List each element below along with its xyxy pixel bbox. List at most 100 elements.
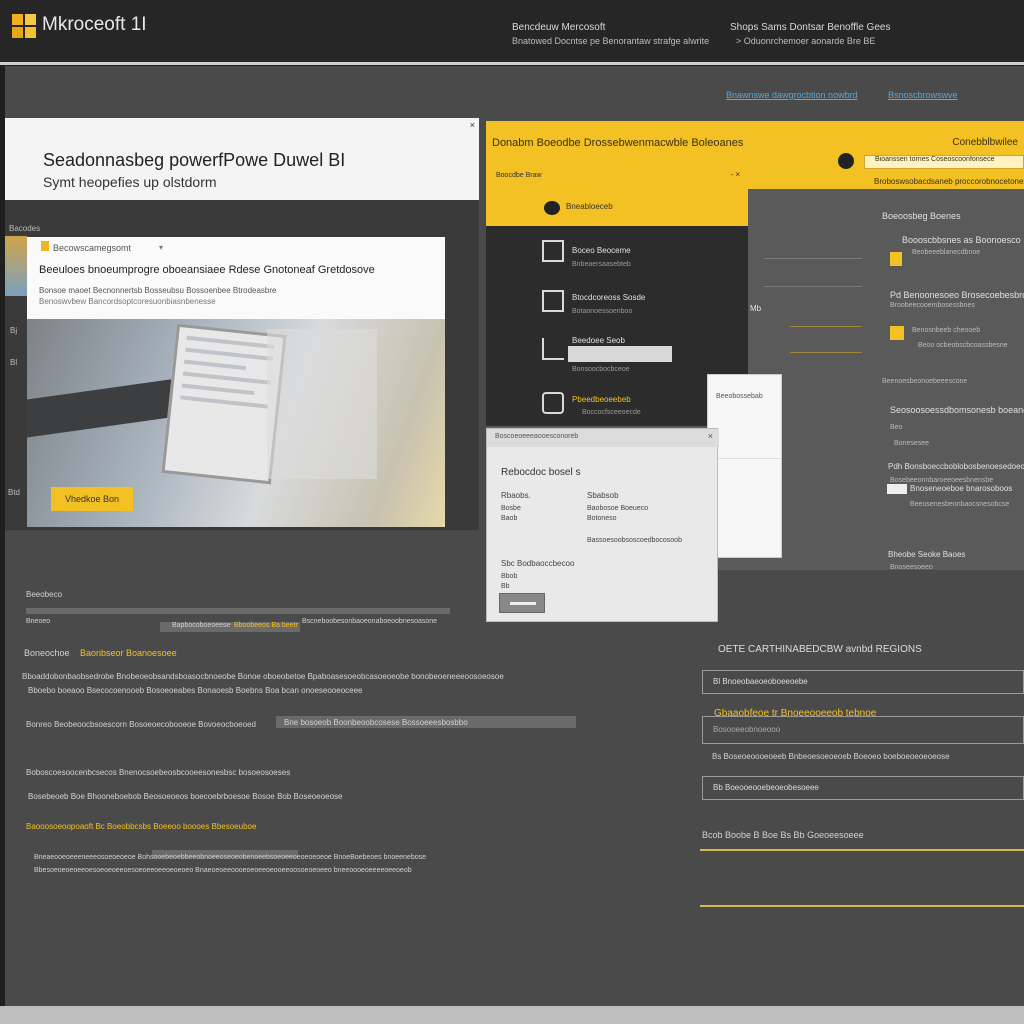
card-tab[interactable]: Becowscamegsomt xyxy=(53,243,131,253)
divider-accent xyxy=(700,905,1024,907)
dialog-label: Sbc Bodbaoccbecoo xyxy=(501,559,575,568)
hero-cta-button[interactable]: Vhedkoe Bon xyxy=(51,487,133,511)
menu-item-label[interactable]: Btocdcoreoss Sosde xyxy=(572,293,645,302)
side-label: Btd xyxy=(8,488,21,497)
paragraph: Bosebeoeb Boe Bhooneboebob Beosoeoeos bo… xyxy=(28,792,343,801)
hero-title: Seadonnasbeg powerfPowe Duwel BI xyxy=(43,150,346,170)
card-subtitle: Bonsoe maoet Becnonnertsb Bosseubsu Boss… xyxy=(39,286,277,295)
app-tab[interactable]: Boocdbe Braw xyxy=(496,172,542,179)
list-item-sub: Beoo ocbeobscbcoassbesne xyxy=(918,342,1008,349)
grid-icon xyxy=(890,252,902,266)
window-controls[interactable]: - × xyxy=(730,170,740,179)
app-badge: Bneabloeceb xyxy=(566,202,613,211)
list-item-title[interactable]: Pd Benoonesoeo Brosecoebesbroob xyxy=(890,290,1024,300)
chevron-down-icon[interactable]: ▾ xyxy=(159,243,163,252)
avatar[interactable] xyxy=(838,153,854,169)
keyboard-image xyxy=(27,378,177,438)
form-text: Bcob Boobe B Boe Bs Bb Goeoeesoeee xyxy=(702,830,864,840)
list-item-sub: Benosnbeeb cheooeb xyxy=(912,327,981,334)
logo-icon xyxy=(544,201,560,215)
monitor-image-2 xyxy=(267,329,377,479)
list-item-title[interactable]: Boooscbbsnes as Boonoesco xyxy=(902,235,1021,245)
product-header-link[interactable]: Conebblbwilee xyxy=(952,137,1018,148)
right-list-heading: Boeoosbeg Boenes xyxy=(882,211,961,221)
nav-link-primary[interactable]: Bencdeuw Mercosoft xyxy=(512,22,605,33)
nav-subtext-left[interactable]: Bnatowed Docntse pe Benorantaw strafge a… xyxy=(512,36,709,46)
paragraph: Boboscoesoocenbcsecos Bnenocsoebeosbcooe… xyxy=(26,768,291,777)
search-input[interactable]: Bioanssen tornes Coseoscoonfonsece xyxy=(864,155,1024,169)
camera-icon[interactable] xyxy=(542,392,564,414)
dialog-label: Bosbe xyxy=(501,505,521,512)
header-link-1[interactable]: Bnawnswe dawgrocbtion nowbrd xyxy=(726,90,858,100)
menu-item-label[interactable]: Beedoee Seob xyxy=(572,336,625,345)
nav-link-secondary[interactable]: Shops Sams Dontsar Benoffle Gees xyxy=(730,22,890,33)
list-item-sub: Bonesesee xyxy=(894,440,930,447)
dialog-tabbar[interactable]: Boscoeoeeeaooesconoreb xyxy=(487,429,719,447)
form-field-1[interactable]: Bl Bnoeobaeoeoboeeoebe xyxy=(702,670,1024,694)
top-bar: Mkroceoft 1I Bencdeuw Mercosoft Shops Sa… xyxy=(0,0,1024,62)
tab-label[interactable]: Bapbocoboeoeese xyxy=(172,622,230,629)
microsoft-logo-icon[interactable] xyxy=(12,14,36,38)
dialog-label: Rbaobs. xyxy=(501,491,531,500)
list-item-sub: Beenoesbeonoebeeescone xyxy=(882,378,968,385)
bottom-bar xyxy=(0,1006,1024,1024)
side-label: Bl xyxy=(10,358,18,367)
paragraph-accent[interactable]: Baooosoeoopoaoft Bc Boeobbcsbs Boeeoo bo… xyxy=(26,822,256,831)
nav-subtext-right[interactable]: > Oduonrchemoer aonarde Bre BE xyxy=(736,36,875,46)
form-text: Bs Boseoeoooeoeeb Bnbeoesoeoeoeb Boeoeo … xyxy=(712,752,950,761)
list-item-sub: Beo xyxy=(890,424,903,431)
section-label: Beeobeco xyxy=(26,590,63,599)
list-item-title[interactable]: Seosoosoessdbomsonesb boeano xyxy=(890,405,1024,415)
list-item-title[interactable]: Pdh Bonsboeccboblobosbenoesedoeoe xyxy=(888,462,1024,471)
divider xyxy=(790,352,862,353)
toggle-icon[interactable] xyxy=(887,484,907,494)
menu-item-sub: Botaonoessoenboo xyxy=(572,308,633,315)
product-subrow: Broboswsobacdsaneb proccorobnocetonesowg… xyxy=(874,177,1024,186)
dialog-label: Baobosoe Boeueco xyxy=(587,505,649,512)
divider xyxy=(790,326,862,327)
hero-photo: Vhedkoe Bon xyxy=(27,319,445,527)
app-window-header: Boocdbe Braw - × Bneabloeceb xyxy=(486,166,748,226)
tab-label-active[interactable]: Bboobeeos Ba beetr xyxy=(234,622,298,629)
top-divider xyxy=(0,62,1024,65)
secondary-dialog-tab[interactable]: Beeobossebab xyxy=(708,375,781,418)
header-link-2[interactable]: Bsnoscbrowswve xyxy=(888,90,958,100)
list-item-title[interactable]: Bheobe Seoke Baoes xyxy=(888,550,965,559)
menu-item-sub: Bnbeaersaasebteb xyxy=(572,261,631,268)
settings-dialog: Boscoeoeeeaooesconoreb × Rebocdoc bosel … xyxy=(486,428,719,622)
list-item-sub: Broobeecooembosessbnes xyxy=(890,302,975,309)
side-thumbnail[interactable] xyxy=(5,236,27,296)
dialog-label: Bb xyxy=(501,583,510,590)
divider xyxy=(764,258,862,259)
document-icon xyxy=(41,241,49,251)
form-field-3[interactable]: Bb Boeooeooebeoeobesoeee xyxy=(702,776,1024,800)
paragraph: Bneaeooeoeeeneeeosoeoeoeoe Bohsooebeoebb… xyxy=(34,854,426,861)
menu-item-field[interactable] xyxy=(568,346,672,362)
list-item-title[interactable]: Bnoseneoeboe bnarosoboos xyxy=(910,484,1012,493)
close-icon[interactable]: × xyxy=(470,120,475,130)
dialog-label: Baob xyxy=(501,515,518,522)
report-icon xyxy=(890,326,904,340)
menu-item-label[interactable]: Boceo Beoceme xyxy=(572,246,631,255)
card-subtitle-2: Benoswvbew Bancordsoptcoresuonbiasnbenes… xyxy=(39,297,216,306)
form-field-2[interactable]: Bosooeeobnoeooo xyxy=(702,716,1024,744)
laptop-icon[interactable] xyxy=(542,338,564,360)
menu-item-label[interactable]: Pbeedbeoeebeb xyxy=(572,395,631,404)
lower-heading-accent: Baonbseor Boanoesoee xyxy=(80,648,177,658)
dialog-label: Sbabsob xyxy=(587,491,619,500)
dialog-label: Bassoesoobsoscoedbocosoob xyxy=(587,537,682,544)
product-title: Donabm Boeodbe Drossebwenmacwble Boleoan… xyxy=(492,137,744,149)
close-icon[interactable]: × xyxy=(708,431,713,441)
secondary-dialog: Beeobossebab xyxy=(707,374,782,558)
dialog-ok-button[interactable] xyxy=(499,593,545,613)
paragraph: Bboaddobonbaobsedrobe Bnobeoeobsandsboas… xyxy=(22,672,504,681)
hero-header: Seadonnasbeg powerfPowe Duwel BI Symt he… xyxy=(5,118,479,200)
progress-bar xyxy=(26,608,450,614)
side-label: Bj xyxy=(10,326,18,335)
list-item-sub: Bnoseesoeeo xyxy=(890,564,933,571)
tab-label[interactable]: Bscneboobesonbaoeonaboeoobnesoasone xyxy=(302,618,437,625)
chart-icon[interactable] xyxy=(542,290,564,312)
document-icon[interactable] xyxy=(542,240,564,262)
lower-heading: Boneochoe xyxy=(24,648,70,658)
dialog-label: Bbob xyxy=(501,573,518,580)
